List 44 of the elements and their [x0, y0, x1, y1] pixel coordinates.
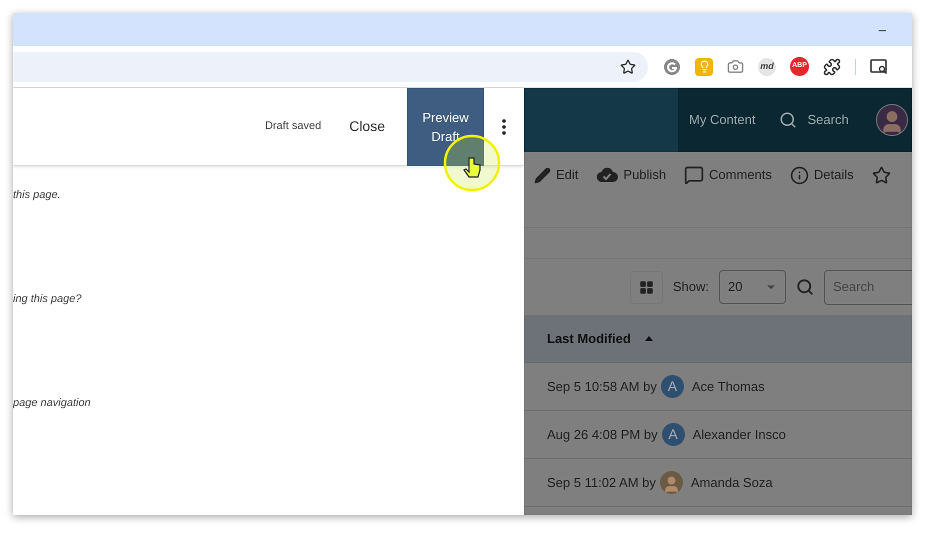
help-text: page navigation	[13, 396, 92, 410]
action-button[interactable]: Publish	[596, 165, 666, 185]
action-button[interactable]: Comments	[684, 165, 772, 185]
close-button[interactable]: Close	[349, 116, 385, 137]
camera-icon[interactable]	[727, 58, 744, 75]
info-icon	[790, 166, 809, 184]
g-circle-icon[interactable]	[663, 58, 681, 76]
tab-search-icon[interactable]	[870, 58, 888, 74]
grid-view-button[interactable]	[630, 270, 663, 304]
column-header[interactable]: Last Modified	[547, 328, 631, 348]
pencil-icon	[534, 166, 551, 184]
nav-link[interactable]: My Content	[689, 110, 756, 130]
show-label: Show:	[672, 278, 709, 296]
page-size-select[interactable]: 20	[719, 270, 786, 304]
modified-text: Aug 26 4:08 PM by	[547, 426, 658, 444]
favorite-star-icon[interactable]	[872, 166, 891, 184]
user-avatar[interactable]	[876, 104, 908, 136]
user-name: Alexander Insco	[692, 426, 786, 444]
search-field[interactable]: Search	[824, 270, 912, 304]
cloud-check-icon	[596, 167, 618, 183]
search-icon[interactable]	[779, 111, 798, 129]
search-icon[interactable]	[796, 278, 814, 296]
draft-status: Draft saved	[264, 119, 322, 134]
user-avatar	[660, 471, 683, 494]
help-text: this page.	[13, 188, 62, 202]
md-extension[interactable]: md	[758, 58, 776, 76]
user-name: Amanda Soza	[690, 474, 773, 492]
more-options-icon[interactable]	[502, 118, 506, 134]
preview-draft-button[interactable]: Preview Draft	[407, 88, 484, 166]
modified-text: Sep 5 10:58 AM by	[547, 378, 657, 396]
action-button[interactable]: Edit	[534, 165, 578, 185]
bookmark-star-icon[interactable]	[620, 58, 636, 74]
grid-icon	[638, 280, 654, 294]
modified-text: Sep 5 11:02 AM by	[547, 474, 656, 492]
user-name: Ace Thomas	[692, 378, 765, 396]
action-button[interactable]: Details	[790, 165, 854, 185]
speech-bubble-icon	[684, 165, 704, 185]
extensions-icon[interactable]	[823, 58, 841, 76]
nav-link[interactable]: Search	[807, 110, 849, 130]
minimize-button[interactable]: –	[878, 20, 886, 40]
sort-ascending-icon[interactable]	[644, 336, 653, 341]
help-text: ing this page?	[13, 292, 82, 306]
user-initial-avatar: A	[660, 375, 684, 398]
user-initial-avatar: A	[662, 423, 685, 446]
